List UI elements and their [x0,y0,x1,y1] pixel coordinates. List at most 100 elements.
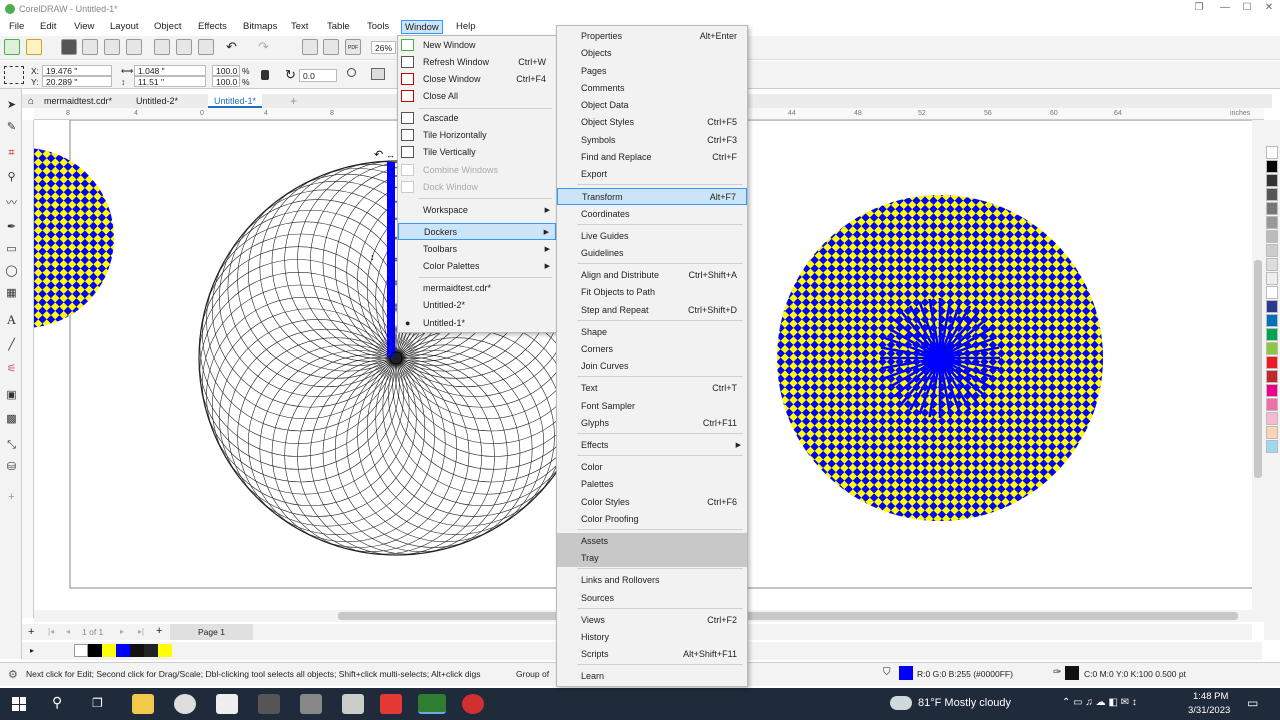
y-position-field[interactable]: 20.289 " [42,76,112,87]
menu-item-toolbars[interactable]: Toolbars ▶ [398,241,556,258]
print-icon[interactable] [126,39,142,55]
line-tool-icon[interactable]: ╱ [5,339,18,352]
menu-item-workspace[interactable]: Workspace ▶ [398,202,556,219]
swatch-gray90[interactable] [1266,174,1278,187]
docker-item-font-sampler[interactable]: Font Sampler [557,398,747,415]
fill-tool-icon[interactable]: ⛁ [5,461,18,474]
doc-swatch-none[interactable] [74,644,88,657]
menu-text[interactable]: Text [288,20,311,34]
doc-swatch-dark2[interactable] [144,644,158,657]
rectangle-tool-icon[interactable]: ▭ [5,243,18,256]
maximize-button[interactable]: ☐ [1240,2,1254,14]
last-page-icon[interactable]: ▸| [138,627,144,636]
weather-text[interactable]: 81°F Mostly cloudy [918,697,1011,709]
docker-item-symbols[interactable]: Symbols Ctrl+F3 [557,132,747,149]
swatch-gray5[interactable] [1266,272,1278,285]
menu-table[interactable]: Table [324,20,353,34]
system-tray-icons[interactable]: ⌃ ▭ ♫ ☁ ◧ ✉ ↕ [1062,697,1137,708]
swatch-light-blue[interactable] [1266,440,1278,453]
menu-item-doc-mermaidtest[interactable]: mermaidtest.cdr* [398,280,556,297]
docker-item-glyphs[interactable]: Glyphs Ctrl+F11 [557,415,747,432]
palette-arrow-icon[interactable]: ▸ [30,646,34,655]
swatch-gray40[interactable] [1266,216,1278,229]
menu-item-tile-vertically[interactable]: Tile Vertically [398,144,556,161]
cloud-download-icon[interactable] [104,39,120,55]
docker-item-color-styles[interactable]: Color Styles Ctrl+F6 [557,494,747,511]
object-origin-icon[interactable] [4,66,24,84]
docker-item-comments[interactable]: Comments [557,80,747,97]
docker-item-align-and-distribute[interactable]: Align and Distribute Ctrl+Shift+A [557,267,747,284]
menu-item-doc-untitled-2[interactable]: Untitled-2* [398,297,556,314]
pdf-icon[interactable]: PDF [345,39,361,55]
menu-item-tile-horizontally[interactable]: Tile Horizontally [398,127,556,144]
height-field[interactable]: 11.51 " [134,76,206,87]
crop-tool-icon[interactable]: ⌗ [5,147,18,160]
selected-strip[interactable] [387,162,395,357]
docker-item-shape[interactable]: Shape [557,324,747,341]
menu-item-close-all[interactable]: Close All [398,88,556,105]
menu-view[interactable]: View [71,20,97,34]
doc-swatch-yellow2[interactable] [158,644,172,657]
swatch-light-pink[interactable] [1266,412,1278,425]
docker-item-transform[interactable]: Transform Alt+F7 [557,188,747,205]
swatch-crimson[interactable] [1266,370,1278,383]
connector-tool-icon[interactable]: ⚟ [5,363,18,376]
search-icon[interactable]: ⚲ [52,694,62,711]
swatch-gray20[interactable] [1266,244,1278,257]
copy-icon[interactable] [176,39,192,55]
freehand-tool-icon[interactable]: 〰 [5,197,18,210]
docker-item-color-proofing[interactable]: Color Proofing [557,511,747,528]
docker-item-corners[interactable]: Corners [557,341,747,358]
scale-y-field[interactable]: 100.0 [212,76,240,87]
swatch-gray30[interactable] [1266,230,1278,243]
docker-item-scripts[interactable]: Scripts Alt+Shift+F11 [557,646,747,663]
add-page-icon[interactable]: + [28,626,34,638]
horizontal-scroll-thumb[interactable] [338,612,1238,620]
add-tool-icon[interactable]: + [5,491,18,504]
settings-icon[interactable]: ⚙ [8,668,18,681]
task-view-icon[interactable]: ❐ [92,696,103,710]
swatch-magenta[interactable] [1266,384,1278,397]
fill-color-swatch[interactable] [899,666,913,680]
restore-icon[interactable]: ❐ [1192,2,1206,14]
menu-item-close-window[interactable]: Close Window Ctrl+F4 [398,71,556,88]
rotation-field[interactable]: 0.0 [299,69,337,82]
width-field[interactable]: 1.048 " [134,65,206,76]
text-tool-icon[interactable]: A [5,313,18,326]
first-page-icon[interactable]: |◂ [48,627,54,636]
home-icon[interactable]: ⌂ [28,96,34,107]
redo-icon[interactable]: ↷ [258,39,274,55]
menu-item-doc-untitled-1[interactable]: ● Untitled-1* [398,315,556,332]
swatch-red[interactable] [1266,356,1278,369]
file-explorer-icon[interactable] [132,694,154,714]
docker-item-coordinates[interactable]: Coordinates [557,206,747,223]
export-icon[interactable] [323,39,339,55]
menu-item-new-window[interactable]: New Window [398,37,556,54]
docker-item-export[interactable]: Export [557,166,747,183]
app-icon[interactable] [258,694,280,714]
docker-item-assets[interactable]: Assets [557,533,747,550]
docker-item-join-curves[interactable]: Join Curves [557,358,747,375]
menu-edit[interactable]: Edit [37,20,59,34]
pen-tool-icon[interactable]: ✒ [5,221,18,234]
menu-effects[interactable]: Effects [195,20,230,34]
swatch-green[interactable] [1266,328,1278,341]
outline-color-swatch[interactable] [1065,666,1079,680]
swatch-peach[interactable] [1266,426,1278,439]
mirror-icon[interactable] [371,68,385,80]
swatch-lime[interactable] [1266,342,1278,355]
shape-tool-icon[interactable]: ✎ [5,121,18,134]
menu-window[interactable]: Window [401,20,443,34]
minimize-button[interactable]: — [1218,2,1232,14]
ellipse-tool-icon[interactable]: ◯ [5,265,18,278]
shadow-tool-icon[interactable]: ▣ [5,389,18,402]
menu-help[interactable]: Help [453,20,479,34]
docker-item-history[interactable]: History [557,629,747,646]
right-checker-circle[interactable] [774,190,1114,530]
swatch-black[interactable] [1266,160,1278,173]
docker-item-palettes[interactable]: Palettes [557,476,747,493]
doc-swatch-blue[interactable] [116,644,130,657]
tab-mermaidtest[interactable]: mermaidtest.cdr* [38,94,118,108]
add-tab-icon[interactable]: + [290,94,297,108]
chrome-icon[interactable] [462,694,484,714]
